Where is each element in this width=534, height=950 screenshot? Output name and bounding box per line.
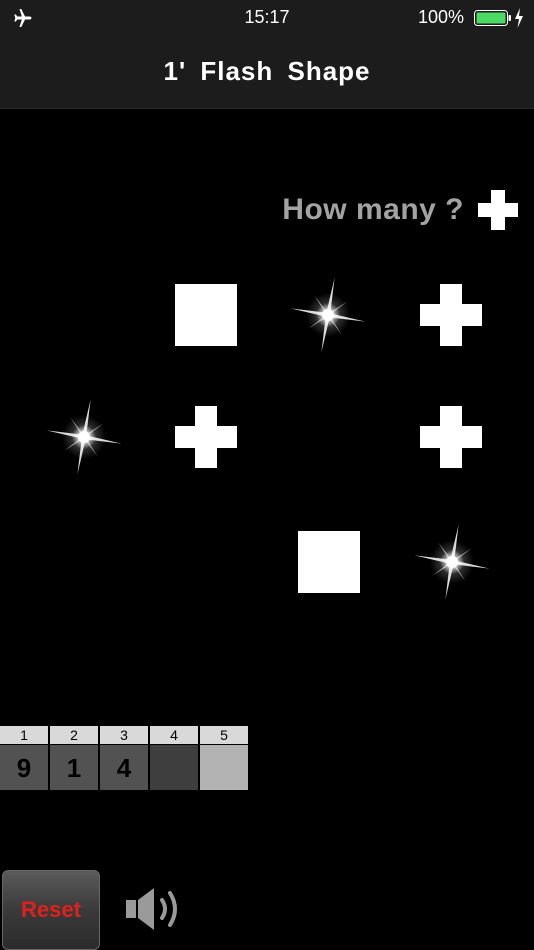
answer-cell-3: 4 <box>100 745 148 790</box>
flash-shape <box>290 277 366 353</box>
answer-header-4: 4 <box>150 726 198 744</box>
question-text: How many ? <box>282 193 464 226</box>
cross-shape <box>420 406 482 468</box>
answer-header-1: 1 <box>0 726 48 744</box>
answer-cell-5 <box>200 745 248 790</box>
cross-shape <box>420 284 482 346</box>
flash-shape <box>414 524 490 600</box>
battery-percent: 100% <box>417 7 464 27</box>
flash-shape <box>46 399 122 475</box>
question-prompt: How many ? <box>282 190 518 230</box>
nav-bar: 1' Flash Shape <box>0 36 534 109</box>
charging-bolt-icon <box>515 8 523 28</box>
battery-icon <box>474 10 511 26</box>
reset-button[interactable]: Reset <box>2 870 100 950</box>
page-title: 1' Flash Shape <box>163 56 371 86</box>
status-bar: 15:17 100% <box>0 0 534 36</box>
square-shape <box>175 284 237 346</box>
square-shape <box>298 531 360 593</box>
cross-shape <box>175 406 237 468</box>
answer-table: 1 2 3 4 5 9 1 4 <box>0 726 249 790</box>
answer-header-2: 2 <box>50 726 98 744</box>
answer-header-3: 3 <box>100 726 148 744</box>
answer-header-5: 5 <box>200 726 248 744</box>
answer-cell-4 <box>150 745 198 790</box>
answer-cell-2: 1 <box>50 745 98 790</box>
speaker-icon[interactable] <box>124 884 186 934</box>
answer-cell-1: 9 <box>0 745 48 790</box>
target-cross-icon <box>478 190 518 230</box>
